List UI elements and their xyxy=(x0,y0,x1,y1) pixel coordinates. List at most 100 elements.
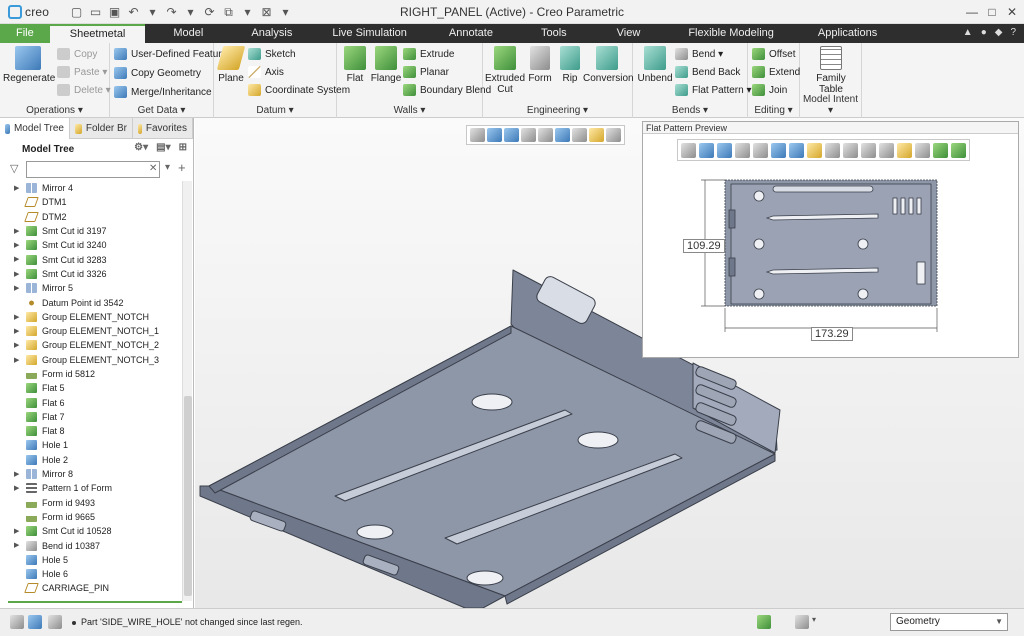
tree-item[interactable]: Flat 7 xyxy=(0,410,182,424)
selection-filter[interactable]: Geometry ▼ xyxy=(890,613,1008,631)
customize-qat-icon[interactable]: ▾ xyxy=(277,4,294,20)
tree-item[interactable]: Hole 5 xyxy=(0,553,182,567)
add-item-icon[interactable]: + xyxy=(178,160,186,175)
tab-analysis[interactable]: Analysis xyxy=(231,24,312,43)
tree-item[interactable]: ▶ Smt Cut id 3283 xyxy=(0,252,182,266)
filter-icon[interactable]: ▽ xyxy=(10,163,22,175)
tree-item[interactable]: Datum Point id 3542 xyxy=(0,295,182,309)
form-button[interactable]: Form xyxy=(525,46,555,84)
height-dimension[interactable]: 109.29 xyxy=(683,239,725,253)
tab-favorites[interactable]: Favorites xyxy=(133,118,193,139)
bend-button[interactable]: Bend ▾ xyxy=(675,46,723,62)
tree-item[interactable]: ▶ Smt Cut id 3326 xyxy=(0,267,182,281)
user-defined-feature-button[interactable]: User-Defined Feature xyxy=(114,46,227,62)
regen-status-icon[interactable] xyxy=(757,615,771,629)
tree-item[interactable]: Flat 6 xyxy=(0,395,182,409)
tab-sheetmetal[interactable]: Sheetmetal xyxy=(49,24,146,43)
group-label-model-intent[interactable]: Model Intent ▾ xyxy=(800,94,861,116)
undo-icon[interactable]: ↶ xyxy=(125,4,142,20)
width-dimension[interactable]: 173.29 xyxy=(811,327,853,341)
boundary-blend-button[interactable]: Boundary Blend xyxy=(403,82,491,98)
expand-arrow-icon[interactable]: ▶ xyxy=(14,341,19,349)
tree-item[interactable]: ▶ Mirror 4 xyxy=(0,181,182,195)
rip-button[interactable]: Rip xyxy=(555,46,585,84)
tree-item[interactable]: Hole 6 xyxy=(0,567,182,581)
browser-toggle-icon[interactable] xyxy=(28,615,42,629)
expand-arrow-icon[interactable]: ▶ xyxy=(14,327,19,335)
flat-pattern-button[interactable]: Flat Pattern ▾ xyxy=(675,82,752,98)
find-dropdown-icon[interactable]: ▾ xyxy=(812,615,822,629)
merge-inheritance-button[interactable]: Merge/Inheritance xyxy=(114,84,212,100)
settings-icon[interactable]: ◆ xyxy=(995,27,1003,38)
tree-item[interactable]: ▶ Group ELEMENT_NOTCH_3 xyxy=(0,353,182,367)
tree-settings-icon[interactable]: ⚙▾ xyxy=(134,142,148,153)
redo-icon[interactable]: ↷ xyxy=(163,4,180,20)
redo-dropdown-icon[interactable]: ▾ xyxy=(182,4,199,20)
new-file-icon[interactable]: ▢ xyxy=(68,4,85,20)
group-label-bends[interactable]: Bends ▾ xyxy=(633,105,747,116)
tree-scrollbar-thumb[interactable] xyxy=(184,396,192,596)
tree-item[interactable]: ▶ Group ELEMENT_NOTCH_1 xyxy=(0,324,182,338)
open-folder-icon[interactable]: ▭ xyxy=(87,4,104,20)
paste-button[interactable]: Paste ▾ xyxy=(57,64,107,80)
sketch-button[interactable]: Sketch xyxy=(248,46,296,62)
filter-dropdown-icon[interactable]: ▾ xyxy=(165,162,170,173)
full-screen-icon[interactable] xyxy=(48,615,62,629)
expand-arrow-icon[interactable]: ▶ xyxy=(14,270,19,278)
bend-back-button[interactable]: Bend Back xyxy=(675,64,740,80)
close-button[interactable]: ✕ xyxy=(1000,2,1024,22)
expand-arrow-icon[interactable]: ▶ xyxy=(14,184,19,192)
tree-item[interactable]: ▶ Mirror 5 xyxy=(0,281,182,295)
windows-dropdown-icon[interactable]: ▾ xyxy=(239,4,256,20)
expand-arrow-icon[interactable]: ▶ xyxy=(14,470,19,478)
expand-arrow-icon[interactable]: ▶ xyxy=(14,356,19,364)
tree-item[interactable]: ▶ Smt Cut id 3197 xyxy=(0,224,182,238)
group-label-operations[interactable]: Operations ▾ xyxy=(0,105,109,116)
expand-arrow-icon[interactable]: ▶ xyxy=(14,241,19,249)
expand-arrow-icon[interactable]: ▶ xyxy=(14,527,19,535)
tab-applications[interactable]: Applications xyxy=(798,24,897,43)
copy-geometry-button[interactable]: Copy Geometry xyxy=(114,65,201,81)
help-icon[interactable]: ? xyxy=(1010,27,1016,38)
join-button[interactable]: Join xyxy=(752,82,787,98)
plane-button[interactable]: Plane xyxy=(214,46,248,84)
tab-flexible-modeling[interactable]: Flexible Modeling xyxy=(664,24,798,43)
expand-arrow-icon[interactable]: ▶ xyxy=(14,227,19,235)
expand-arrow-icon[interactable]: ▶ xyxy=(14,484,19,492)
expand-arrow-icon[interactable]: ▶ xyxy=(14,284,19,292)
group-label-engineering[interactable]: Engineering ▾ xyxy=(483,105,632,116)
expand-arrow-icon[interactable]: ▶ xyxy=(14,541,19,549)
tree-item[interactable]: ▶ Bend id 10387 xyxy=(0,538,182,552)
regenerate-button[interactable]: Regenerate xyxy=(3,46,55,84)
planar-button[interactable]: Planar xyxy=(403,64,449,80)
tree-item[interactable]: ▶ Smt Cut id 3240 xyxy=(0,238,182,252)
flat-button[interactable]: Flat xyxy=(339,46,371,84)
extend-button[interactable]: Extend xyxy=(752,64,800,80)
family-table-button[interactable]: Family Table xyxy=(806,46,856,95)
tree-item[interactable]: Form id 5812 xyxy=(0,367,182,381)
undo-dropdown-icon[interactable]: ▾ xyxy=(144,4,161,20)
extrude-button[interactable]: Extrude xyxy=(403,46,454,62)
tree-item[interactable]: CARRIAGE_PIN xyxy=(0,581,182,595)
tree-scrollbar[interactable] xyxy=(182,181,192,601)
tree-item[interactable]: DTM1 xyxy=(0,195,182,209)
group-label-datum[interactable]: Datum ▾ xyxy=(214,105,336,116)
tree-item[interactable]: Hole 2 xyxy=(0,453,182,467)
tree-item[interactable]: Form id 9493 xyxy=(0,496,182,510)
extruded-cut-button[interactable]: Extruded Cut xyxy=(485,46,525,95)
delete-button[interactable]: Delete ▾ xyxy=(57,82,111,98)
tab-live-simulation[interactable]: Live Simulation xyxy=(312,24,427,43)
clear-search-icon[interactable]: ✕ xyxy=(149,163,157,174)
expand-arrow-icon[interactable]: ▶ xyxy=(14,313,19,321)
save-icon[interactable]: ▣ xyxy=(106,4,123,20)
tree-item[interactable]: ▶ Mirror 8 xyxy=(0,467,182,481)
close-window-icon[interactable]: ⊠ xyxy=(258,4,275,20)
tree-search-input[interactable] xyxy=(26,161,160,178)
flange-button[interactable]: Flange xyxy=(369,46,403,84)
tree-item[interactable]: Flat 8 xyxy=(0,424,182,438)
unbend-button[interactable]: Unbend xyxy=(635,46,675,84)
tab-file[interactable]: File xyxy=(0,24,50,43)
windows-icon[interactable]: ⧉ xyxy=(220,4,237,20)
tab-folder-browser[interactable]: Folder Br xyxy=(70,118,133,139)
collapse-ribbon-icon[interactable]: ▲ xyxy=(963,27,973,38)
